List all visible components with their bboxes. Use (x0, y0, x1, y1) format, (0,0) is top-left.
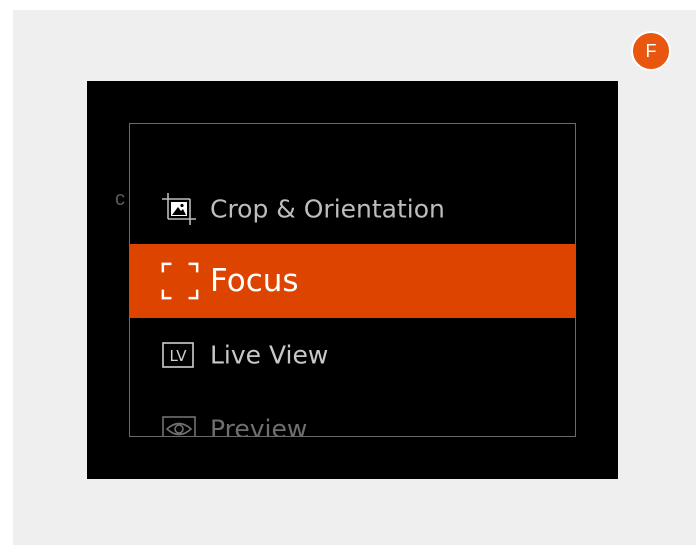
focus-frame-icon (160, 261, 200, 301)
avatar-badge[interactable]: F (631, 31, 671, 71)
preview-eye-icon (160, 409, 200, 436)
partial-text: c (115, 188, 125, 210)
svg-text:LV: LV (170, 347, 188, 365)
live-view-icon: LV (160, 335, 200, 375)
menu-list[interactable]: Crop & Orientation Focus LV Live View Pr… (129, 123, 576, 437)
menu-item-live-view[interactable]: LV Live View (130, 318, 575, 392)
menu-item-label: Focus (210, 263, 299, 299)
menu-item-label: Live View (210, 340, 329, 370)
menu-item-focus[interactable]: Focus (130, 244, 575, 318)
menu-item-crop-orientation[interactable]: Crop & Orientation (130, 172, 575, 246)
menu-item-label: Crop & Orientation (210, 194, 445, 224)
camera-screen: c Crop & Orientation Focus LV Live View … (87, 81, 618, 479)
crop-icon (160, 189, 200, 229)
menu-item-preview[interactable]: Preview (130, 392, 575, 437)
menu-item-label: Preview (210, 414, 308, 437)
